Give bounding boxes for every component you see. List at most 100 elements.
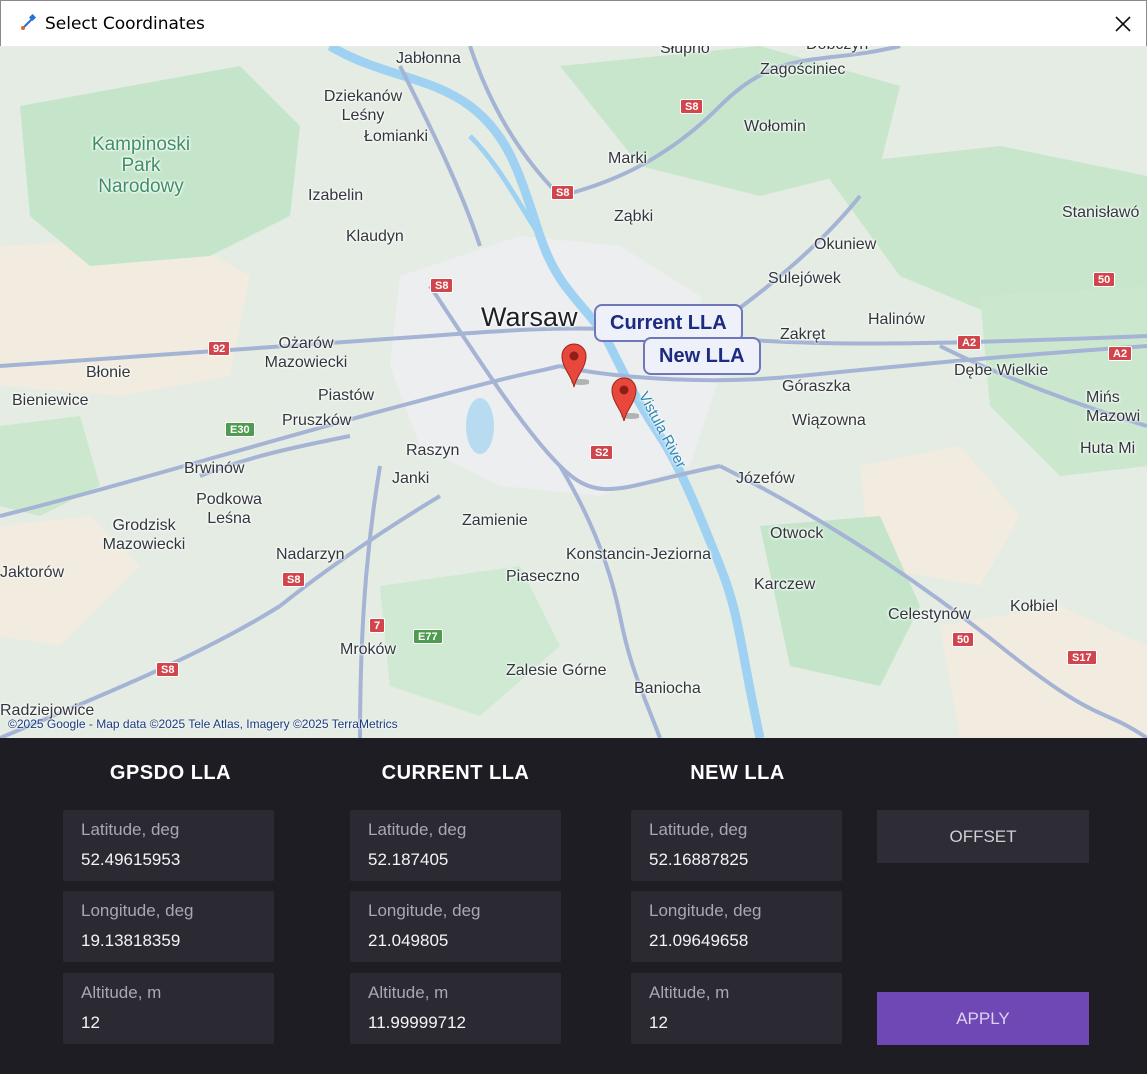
field-label: Altitude, m xyxy=(368,983,449,1002)
place-otwock: Otwock xyxy=(770,525,824,542)
field-value[interactable]: 52.187405 xyxy=(368,850,448,870)
field-value[interactable]: 12 xyxy=(649,1013,668,1033)
title-bar: Select Coordinates xyxy=(0,0,1147,46)
road-shield: A2 xyxy=(1108,346,1133,361)
place-brwinow: Brwinów xyxy=(184,460,245,477)
place-wiazowna: Wiązowna xyxy=(792,412,866,429)
place-zalesie: Zalesie Górne xyxy=(506,662,607,679)
current-altitude-field[interactable]: Altitude, m 11.99999712 xyxy=(350,973,561,1044)
place-minsk: Mińs Mazowi xyxy=(1086,389,1141,425)
place-stanislawow: Stanisławó xyxy=(1062,204,1140,221)
place-klaudyn: Klaudyn xyxy=(346,228,404,245)
current-heading: CURRENT LLA xyxy=(381,762,530,784)
place-konstancin: Konstancin-Jeziorna xyxy=(566,546,711,563)
place-zabki: Ząbki xyxy=(614,208,654,225)
place-jozefow: Józefów xyxy=(736,470,795,487)
road-shield: 7 xyxy=(369,618,386,633)
road-shield: S8 xyxy=(156,662,180,677)
place-grodzisk: Grodzisk Mazowiecki xyxy=(102,517,186,553)
road-shield: 50 xyxy=(952,632,975,647)
road-shield: S17 xyxy=(1067,650,1097,665)
field-value[interactable]: 19.13818359 xyxy=(81,931,180,951)
place-sulejowek: Sulejówek xyxy=(768,270,841,287)
offset-button[interactable]: OFFSET xyxy=(877,810,1089,863)
place-debe: Dębe Wielkie xyxy=(954,362,1049,379)
field-value[interactable]: 52.49615953 xyxy=(81,850,180,870)
apply-button[interactable]: APPLY xyxy=(877,992,1089,1045)
place-zakret: Zakręt xyxy=(780,326,826,343)
place-huta: Huta Mi xyxy=(1080,440,1136,457)
field-label: Latitude, deg xyxy=(368,820,467,839)
field-value[interactable]: 12 xyxy=(81,1013,100,1033)
coordinates-panel: GPSDO LLA CURRENT LLA NEW LLA Latitude, … xyxy=(0,738,1147,1074)
road-shield: 50 xyxy=(1093,272,1116,287)
road-shield: S8 xyxy=(430,278,454,293)
place-warsaw: Warsaw xyxy=(481,302,578,332)
new-altitude-field[interactable]: Altitude, m 12 xyxy=(631,973,842,1044)
road-shield: S8 xyxy=(282,572,306,587)
place-celestynow: Celestynów xyxy=(888,606,971,623)
place-goraszka: Góraszka xyxy=(782,378,851,395)
road-shield: E77 xyxy=(413,629,443,644)
place-piastow: Piastów xyxy=(318,387,375,404)
road-shield: E30 xyxy=(225,422,255,437)
gpsdo-altitude-field[interactable]: Altitude, m 12 xyxy=(63,973,274,1044)
satellite-icon xyxy=(21,14,37,30)
place-izabelin: Izabelin xyxy=(308,187,364,204)
map-view[interactable]: Jabłonna Słupno Dobczyn Zagościniec Dzie… xyxy=(0,46,1147,738)
place-blonie: Błonie xyxy=(86,364,131,381)
place-dobczyn: Dobczyn xyxy=(806,46,868,54)
map-attribution: ©2025 Google - Map data ©2025 Tele Atlas… xyxy=(8,717,398,731)
current-location-marker-icon[interactable] xyxy=(559,342,589,388)
close-button[interactable] xyxy=(1100,1,1146,47)
gpsdo-longitude-field[interactable]: Longitude, deg 19.13818359 xyxy=(63,891,274,962)
place-dziekanow: Dziekanów Leśny xyxy=(323,88,403,124)
field-label: Latitude, deg xyxy=(649,820,748,839)
place-zagosciniec: Zagościniec xyxy=(760,61,846,78)
place-jaktorow: Jaktorów xyxy=(0,564,65,581)
field-label: Latitude, deg xyxy=(81,820,180,839)
current-latitude-field[interactable]: Latitude, deg 52.187405 xyxy=(350,810,561,881)
field-value[interactable]: 21.09649658 xyxy=(649,931,748,951)
gpsdo-latitude-field[interactable]: Latitude, deg 52.49615953 xyxy=(63,810,274,881)
place-zamienie: Zamienie xyxy=(462,512,528,529)
place-lomianki: Łomianki xyxy=(364,128,429,145)
place-slupno: Słupno xyxy=(660,46,710,57)
field-label: Longitude, deg xyxy=(368,901,481,920)
place-marki: Marki xyxy=(608,150,648,167)
field-label: Altitude, m xyxy=(81,983,162,1002)
road-shield: 92 xyxy=(208,341,231,356)
place-baniocha: Baniocha xyxy=(634,680,701,697)
close-icon xyxy=(1115,16,1131,32)
gpsdo-heading: GPSDO LLA xyxy=(109,762,232,784)
current-longitude-field[interactable]: Longitude, deg 21.049805 xyxy=(350,891,561,962)
place-kampinoski: Kampinoski Park Narodowy xyxy=(91,134,191,197)
road-shield: S8 xyxy=(680,99,704,114)
place-janki: Janki xyxy=(392,470,430,487)
new-location-marker-icon[interactable] xyxy=(609,376,639,422)
place-nadarzyn: Nadarzyn xyxy=(276,546,345,563)
field-value[interactable]: 52.16887825 xyxy=(649,850,748,870)
place-pruszkow: Pruszków xyxy=(282,412,352,429)
new-lla-callout: New LLA xyxy=(643,337,761,375)
field-value[interactable]: 21.049805 xyxy=(368,931,448,951)
place-karczew: Karczew xyxy=(754,576,816,593)
field-value[interactable]: 11.99999712 xyxy=(368,1013,466,1033)
place-halinow: Halinów xyxy=(868,311,925,328)
place-raszyn: Raszyn xyxy=(406,442,460,459)
new-heading: NEW LLA xyxy=(690,762,785,784)
road-shield: S8 xyxy=(551,185,575,200)
place-kolbiel: Kołbiel xyxy=(1010,598,1059,615)
place-okuniew: Okuniew xyxy=(814,236,877,253)
place-wolomin: Wołomin xyxy=(744,118,806,135)
place-ozarow: Ożarów Mazowiecki xyxy=(264,335,348,371)
place-bieniewice: Bieniewice xyxy=(12,392,89,409)
place-piaseczno: Piaseczno xyxy=(506,568,580,585)
new-longitude-field[interactable]: Longitude, deg 21.09649658 xyxy=(631,891,842,962)
new-latitude-field[interactable]: Latitude, deg 52.16887825 xyxy=(631,810,842,881)
road-shield: S2 xyxy=(590,445,614,460)
place-podkowa: Podkowa Leśna xyxy=(196,491,262,527)
place-mrokow: Mroków xyxy=(340,641,397,658)
window-title: Select Coordinates xyxy=(45,14,205,34)
field-label: Altitude, m xyxy=(649,983,730,1002)
